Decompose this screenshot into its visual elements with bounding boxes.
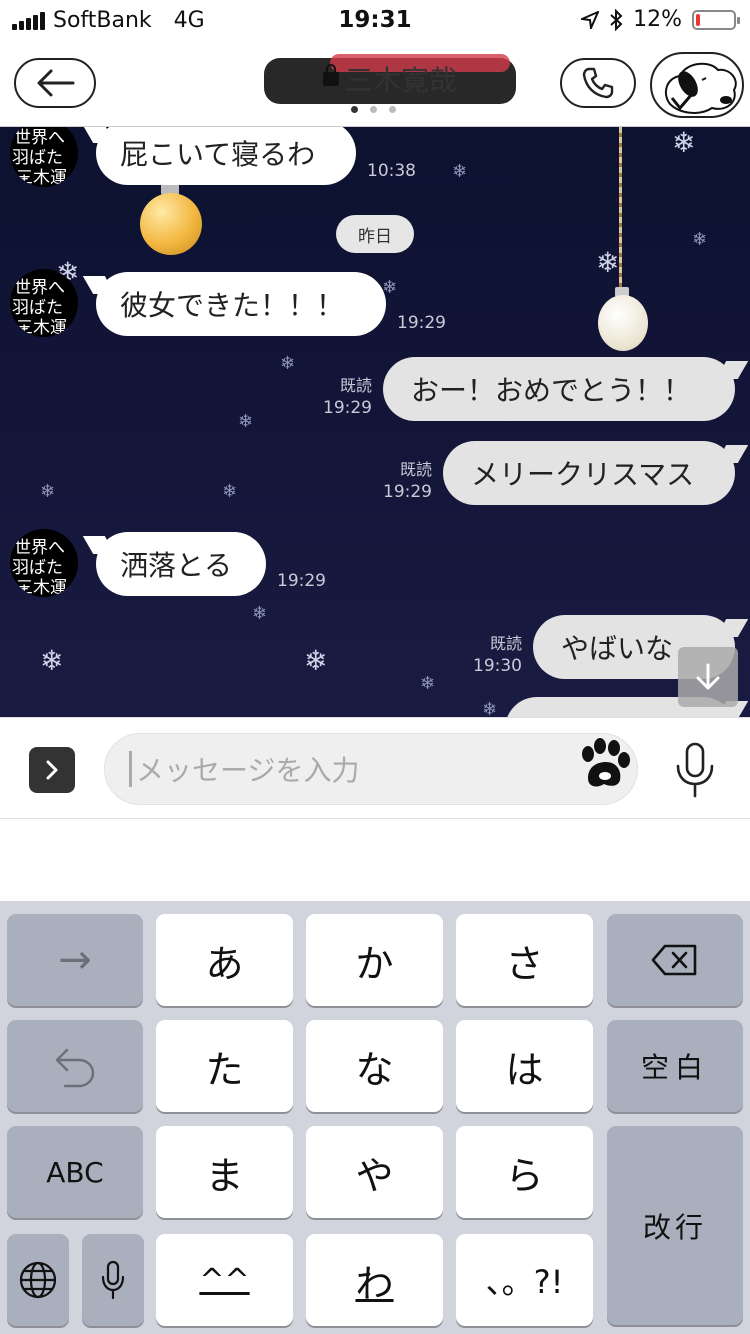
snowflake-icon: ❄ bbox=[452, 161, 468, 182]
chat-title[interactable]: 三木寛哉 bbox=[264, 54, 516, 104]
undo-key[interactable] bbox=[7, 1020, 143, 1112]
friend-avatar-button[interactable] bbox=[650, 52, 744, 118]
globe-icon bbox=[19, 1261, 57, 1299]
delete-key[interactable] bbox=[607, 914, 743, 1006]
panel-gap bbox=[0, 819, 750, 901]
abc-key[interactable]: ABC bbox=[7, 1126, 143, 1218]
snoopy-avatar-icon bbox=[664, 62, 737, 114]
read-receipt: 既読 19:30 bbox=[473, 634, 522, 676]
message-bubble-in[interactable]: 彼女できた！！！ bbox=[96, 272, 386, 336]
kaomoji-key[interactable]: ^^ bbox=[156, 1234, 293, 1326]
location-icon bbox=[581, 10, 600, 29]
snowflake-icon: ❄ bbox=[420, 673, 436, 694]
message-bubble-out[interactable]: メリークリスマス bbox=[443, 441, 735, 505]
key-na[interactable]: な bbox=[306, 1020, 443, 1112]
snowflake-icon: ❄ bbox=[40, 644, 64, 677]
date-separator: 昨日 bbox=[336, 215, 414, 253]
sticker-paw-icon[interactable] bbox=[574, 736, 634, 796]
ornament-white-icon bbox=[598, 295, 648, 351]
battery-icon bbox=[692, 9, 740, 30]
snowflake-icon: ❄ bbox=[596, 246, 620, 279]
punctuation-key[interactable]: 、。?! bbox=[456, 1234, 593, 1326]
page-indicator bbox=[351, 106, 396, 113]
lock-icon bbox=[322, 64, 339, 86]
message-time: 19:29 bbox=[397, 313, 446, 333]
back-arrow-icon bbox=[37, 69, 75, 97]
bluetooth-icon bbox=[610, 8, 623, 31]
return-key[interactable]: 改行 bbox=[607, 1126, 743, 1325]
message-input-bar: メッセージを入力 bbox=[0, 717, 750, 819]
snowflake-icon: ❄ bbox=[252, 603, 268, 624]
snowflake-icon: ❄ bbox=[222, 481, 238, 502]
backspace-icon bbox=[651, 944, 697, 976]
phone-icon bbox=[582, 67, 614, 99]
message-bubble-out[interactable]: おー！おめでとう！！ bbox=[383, 357, 735, 421]
snowflake-icon: ❄ bbox=[672, 127, 696, 159]
back-button[interactable] bbox=[14, 58, 96, 108]
key-ra[interactable]: ら bbox=[456, 1126, 593, 1218]
key-ka[interactable]: か bbox=[306, 914, 443, 1006]
message-time: 19:29 bbox=[277, 571, 326, 591]
key-ha[interactable]: は bbox=[456, 1020, 593, 1112]
message-input-placeholder: メッセージを入力 bbox=[136, 754, 360, 787]
key-a[interactable]: あ bbox=[156, 914, 293, 1006]
space-key[interactable]: 空白 bbox=[607, 1020, 743, 1112]
message-time: 10:38 bbox=[367, 161, 416, 181]
chevron-right-icon bbox=[46, 760, 58, 780]
text-cursor bbox=[129, 751, 132, 787]
scroll-to-bottom-button[interactable] bbox=[678, 647, 738, 707]
snowflake-icon: ❄ bbox=[482, 699, 498, 718]
snowflake-icon: ❄ bbox=[692, 229, 708, 250]
message-input[interactable]: メッセージを入力 bbox=[104, 733, 638, 805]
microphone-icon bbox=[101, 1260, 125, 1300]
arrow-down-icon bbox=[696, 663, 720, 690]
snowflake-icon: ❄ bbox=[238, 411, 254, 432]
key-ma[interactable]: ま bbox=[156, 1126, 293, 1218]
snowflake-icon: ❄ bbox=[304, 644, 328, 677]
chat-area[interactable]: ❄ ❄ ❄ ❄ ❄ ❄ ❄ ❄ ❄ ❄ ❄ ❄ ❄ ❄ ❄ 世界へ 羽ばたけ 三… bbox=[0, 127, 750, 717]
read-receipt: 既読 19:29 bbox=[323, 376, 372, 418]
message-bubble-in[interactable]: 屁こいて寝るわ bbox=[96, 127, 356, 185]
expand-menu-button[interactable] bbox=[29, 747, 75, 793]
undo-icon bbox=[55, 1048, 95, 1088]
sender-avatar[interactable]: 世界へ 羽ばたけ 三木運 bbox=[10, 269, 78, 337]
battery-percent: 12% bbox=[633, 7, 682, 32]
key-arrow-right[interactable]: → bbox=[7, 914, 143, 1006]
voice-input-icon[interactable] bbox=[672, 742, 718, 798]
chat-title-text: 三木寛哉 bbox=[344, 64, 457, 97]
key-wa[interactable]: わ bbox=[306, 1234, 443, 1326]
ornament-gold-icon bbox=[140, 193, 202, 255]
message-bubble-in[interactable]: 洒落とる bbox=[96, 532, 266, 596]
snowflake-icon: ❄ bbox=[40, 481, 56, 502]
key-sa[interactable]: さ bbox=[456, 914, 593, 1006]
chat-header: 三木寛哉 bbox=[0, 40, 750, 127]
call-button[interactable] bbox=[560, 58, 636, 108]
snowflake-icon: ❄ bbox=[280, 353, 296, 374]
keyboard: → あ か さ た な は 空白 ABC ま や ら 改行 ^^ わ 、。?! bbox=[0, 901, 750, 1334]
dictation-key[interactable] bbox=[82, 1234, 144, 1326]
key-ta[interactable]: た bbox=[156, 1020, 293, 1112]
key-ya[interactable]: や bbox=[306, 1126, 443, 1218]
sender-avatar[interactable]: 世界へ 羽ばたけ 三木運 bbox=[10, 529, 78, 597]
read-receipt: 既読 19:29 bbox=[383, 460, 432, 502]
sender-avatar[interactable]: 世界へ 羽ばたけ 三木運 bbox=[10, 127, 78, 187]
globe-key[interactable] bbox=[7, 1234, 69, 1326]
status-bar: SoftBank 4G 19:31 12% bbox=[0, 0, 750, 40]
